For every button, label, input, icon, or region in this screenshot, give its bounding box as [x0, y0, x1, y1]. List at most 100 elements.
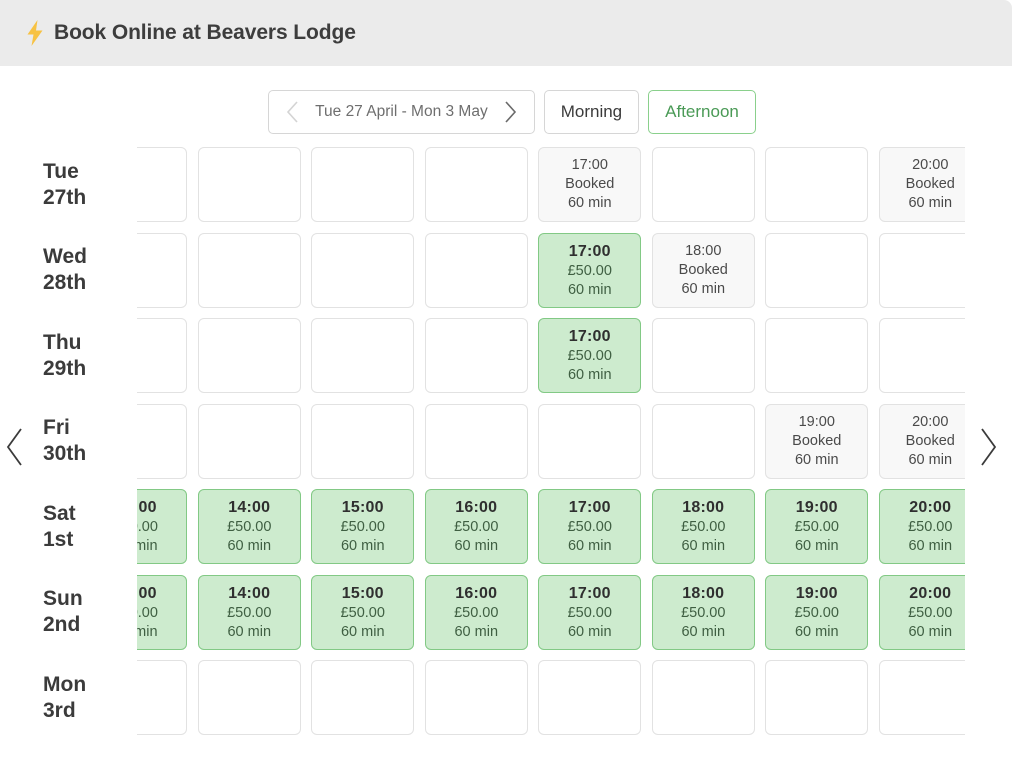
empty-slot: [137, 232, 188, 308]
calendar-row: [137, 655, 965, 741]
available-slot[interactable]: 19:00 £50.00 60 min: [765, 489, 869, 565]
empty-slot: [311, 660, 415, 736]
empty-slot: [197, 232, 301, 308]
day-label-sun: Sun 2nd: [43, 570, 137, 656]
scroll-earlier-button[interactable]: [0, 422, 30, 472]
slot-price: £50.00: [567, 262, 612, 279]
period-tab-afternoon[interactable]: Afternoon: [648, 90, 756, 134]
slot-duration: 60 min: [567, 195, 612, 212]
availability-calendar: Tue 27th Wed 28th Thu 29th Fri 30th Sat 1st Sun 2nd…: [0, 142, 1024, 747]
booked-slot: 17:00 Booked 60 min: [538, 147, 642, 223]
day-date: 29th: [43, 356, 87, 380]
day-name: Tue: [43, 159, 79, 183]
page-title: Book Online at Beavers Lodge: [54, 21, 356, 44]
empty-slot: [651, 660, 755, 736]
day-date: 3rd: [43, 698, 76, 722]
available-slot[interactable]: 14:00 £50.00 60 min: [197, 489, 301, 565]
slot-cell-container: [420, 147, 534, 223]
empty-slot: [137, 660, 188, 736]
available-slot[interactable]: 16:00 £50.00 60 min: [424, 574, 528, 650]
slot-time: 18:00: [682, 584, 725, 602]
empty-slot: [197, 403, 301, 479]
available-slot[interactable]: 17:00 £50.00 60 min: [538, 489, 642, 565]
available-slot[interactable]: 13:00 £50.00 60 min: [137, 489, 188, 565]
slot-cell-container: 13:00 £50.00 60 min: [137, 489, 193, 565]
slot-time: 20:00: [912, 413, 949, 430]
available-slot[interactable]: 15:00 £50.00 60 min: [311, 489, 415, 565]
empty-slot: [137, 318, 188, 394]
slot-grid: 17:00 Booked 60 min 20:00 Booked 60 min 17:00 £…: [137, 142, 965, 741]
slot-cell-container: [193, 660, 307, 736]
slot-cell-container: [647, 660, 761, 736]
slot-cell-container: 19:00 £50.00 60 min: [760, 489, 874, 565]
slot-duration: 60 min: [794, 538, 839, 555]
available-slot[interactable]: 20:00 £50.00 60 min: [878, 489, 965, 565]
slot-cell-container: 15:00 £50.00 60 min: [306, 489, 420, 565]
slot-price: £50.00: [908, 519, 953, 536]
slot-duration: 60 min: [454, 538, 499, 555]
app-header: Book Online at Beavers Lodge: [0, 0, 1012, 66]
slot-cell-container: [306, 147, 420, 223]
slot-duration: 60 min: [908, 538, 953, 555]
slot-cell-container: [533, 660, 647, 736]
slot-cell-container: 17:00 £50.00 60 min: [533, 574, 647, 650]
slot-time: 16:00: [455, 499, 498, 517]
slot-cell-container: [533, 403, 647, 479]
slot-cell-container: 15:00 £50.00 60 min: [306, 574, 420, 650]
empty-slot: [878, 660, 965, 736]
slot-price: £50.00: [454, 519, 499, 536]
empty-slot: [651, 318, 755, 394]
available-slot[interactable]: 18:00 £50.00 60 min: [651, 574, 755, 650]
calendar-row: 13:00 £50.00 60 min 14:00 £50.00 60 min 15:00 £…: [137, 570, 965, 656]
slot-duration: 60 min: [681, 280, 726, 297]
empty-slot: [878, 318, 965, 394]
slot-duration: 60 min: [227, 623, 272, 640]
available-slot[interactable]: 18:00 £50.00 60 min: [651, 489, 755, 565]
slot-price: £50.00: [227, 604, 272, 621]
day-date: 2nd: [43, 613, 81, 637]
slot-time: 19:00: [795, 499, 838, 517]
slot-time: 20:00: [909, 584, 952, 602]
empty-slot: [651, 147, 755, 223]
empty-slot: [765, 660, 869, 736]
next-week-button[interactable]: [494, 91, 528, 133]
period-tab-morning[interactable]: Morning: [543, 90, 640, 134]
empty-slot: [538, 660, 642, 736]
calendar-row: 19:00 Booked 60 min 20:00 Booked 60 min: [137, 399, 965, 485]
slot-cell-container: [306, 403, 420, 479]
slot-duration: 60 min: [340, 538, 385, 555]
slot-duration: 60 min: [681, 538, 726, 555]
scroll-later-button[interactable]: [973, 422, 1003, 472]
available-slot[interactable]: 13:00 £50.00 60 min: [137, 574, 188, 650]
slot-cell-container: 19:00 £50.00 60 min: [760, 574, 874, 650]
available-slot[interactable]: 19:00 £50.00 60 min: [765, 574, 869, 650]
slot-cell-container: 17:00 £50.00 60 min: [533, 232, 647, 308]
slot-cell-container: 17:00 Booked 60 min: [533, 147, 647, 223]
slot-cell-container: [760, 660, 874, 736]
slot-price: £50.00: [794, 604, 839, 621]
empty-slot: [424, 318, 528, 394]
day-date: 1st: [43, 527, 74, 551]
available-slot[interactable]: 17:00 £50.00 60 min: [538, 318, 642, 394]
slot-cell-container: 16:00 £50.00 60 min: [420, 489, 534, 565]
day-name: Sun: [43, 587, 83, 611]
available-slot[interactable]: 14:00 £50.00 60 min: [197, 574, 301, 650]
slot-grid-viewport[interactable]: 17:00 Booked 60 min 20:00 Booked 60 min 17:00 £…: [137, 142, 965, 747]
booked-slot: 20:00 Booked 60 min: [878, 147, 965, 223]
slot-time: 17:00: [568, 328, 611, 346]
available-slot[interactable]: 17:00 £50.00 60 min: [538, 232, 642, 308]
slot-cell-container: 20:00 £50.00 60 min: [874, 489, 965, 565]
available-slot[interactable]: 16:00 £50.00 60 min: [424, 489, 528, 565]
slot-time: 14:00: [228, 584, 271, 602]
slot-cell-container: [420, 318, 534, 394]
prev-week-button[interactable]: [275, 91, 309, 133]
slot-price: £50.00: [567, 604, 612, 621]
available-slot[interactable]: 17:00 £50.00 60 min: [538, 574, 642, 650]
available-slot[interactable]: 15:00 £50.00 60 min: [311, 574, 415, 650]
empty-slot: [311, 318, 415, 394]
slot-cell-container: 17:00 £50.00 60 min: [533, 489, 647, 565]
day-label-thu: Thu 29th: [43, 313, 137, 399]
slot-time: 13:00: [137, 584, 157, 602]
available-slot[interactable]: 20:00 £50.00 60 min: [878, 574, 965, 650]
slot-time: 20:00: [909, 499, 952, 517]
